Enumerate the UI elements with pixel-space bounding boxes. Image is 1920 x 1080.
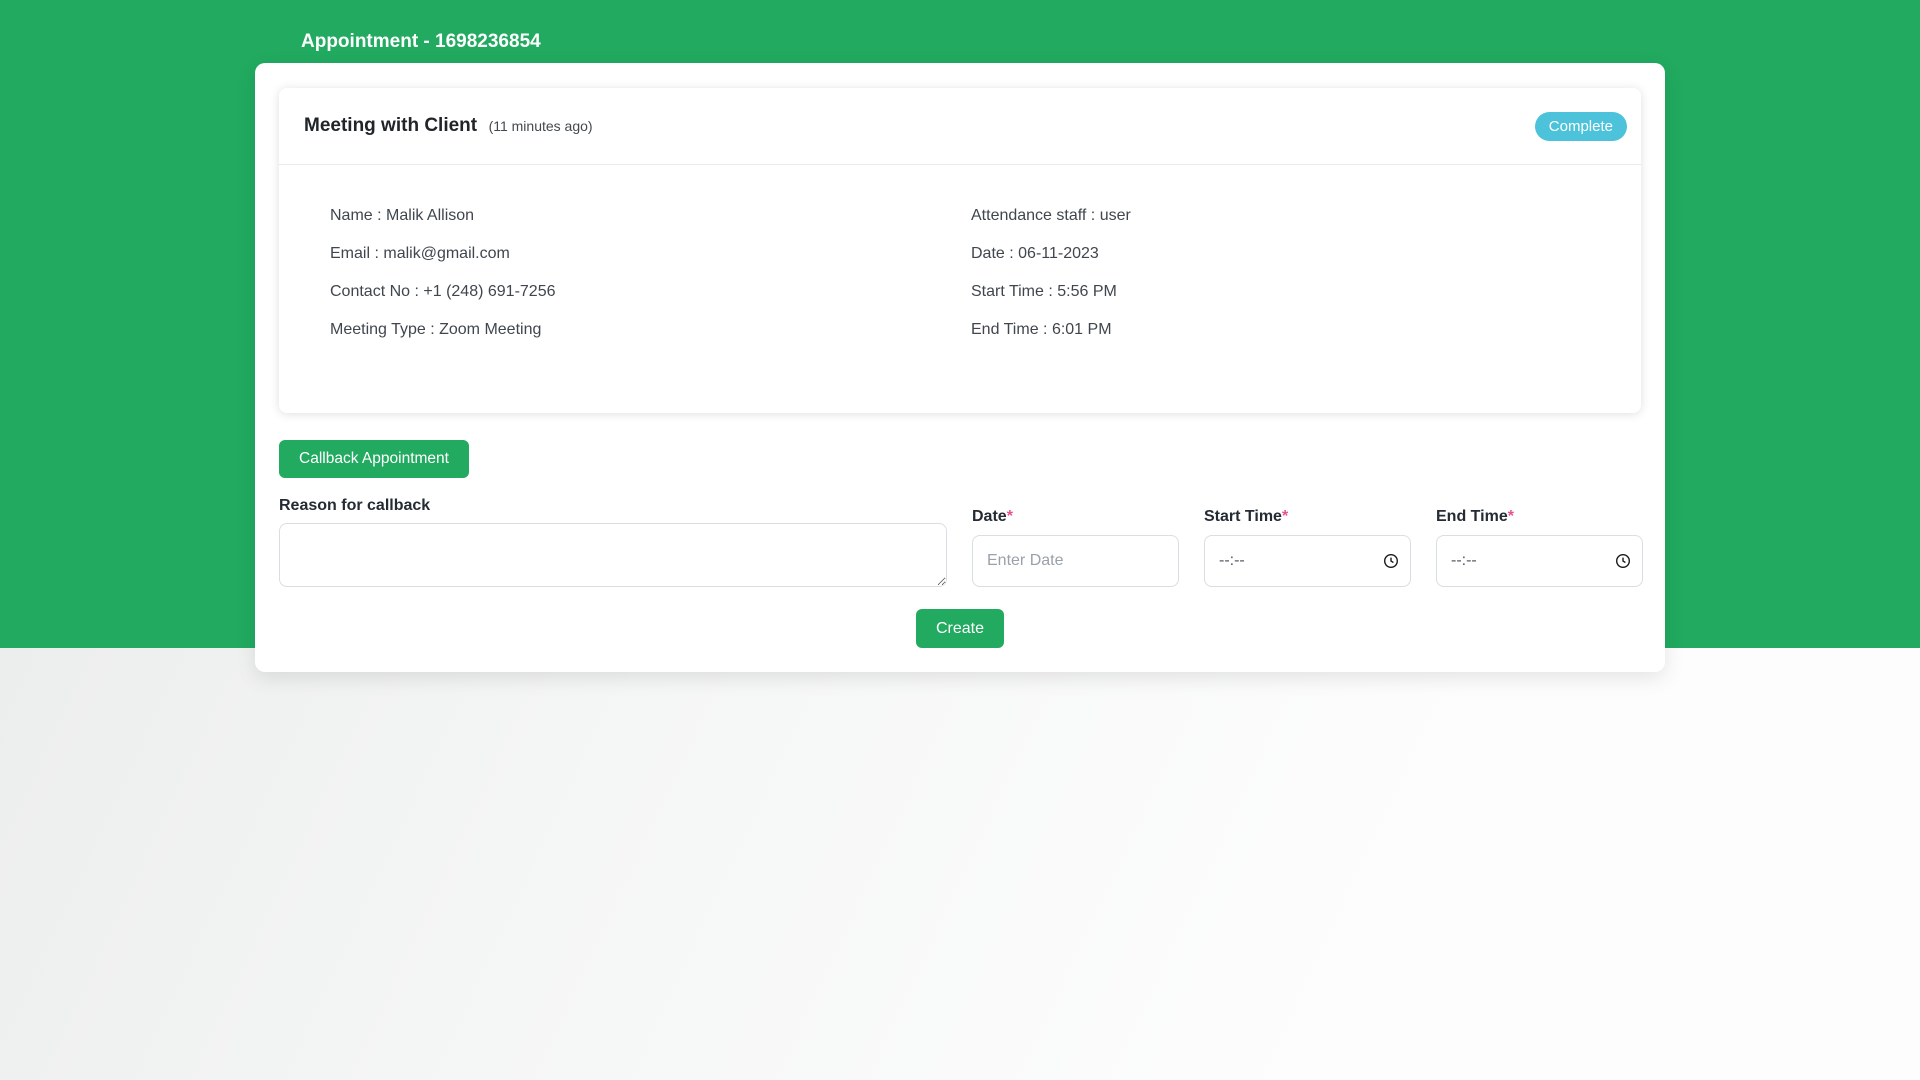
appointment-card: Meeting with Client (11 minutes ago) Com… — [255, 63, 1665, 672]
callback-form-row: Reason for callback Date* Start Time* — [279, 498, 1641, 587]
detail-end-time-label: End Time — [971, 321, 1039, 338]
detail-separator: : — [426, 321, 439, 338]
detail-separator: : — [370, 245, 383, 262]
date-required-mark: * — [1007, 508, 1013, 525]
create-button[interactable]: Create — [916, 609, 1004, 648]
detail-separator: : — [1044, 283, 1057, 300]
start-time-field-group: Start Time* — [1204, 509, 1411, 587]
meeting-time-ago: (11 minutes ago) — [489, 118, 593, 134]
end-time-input[interactable] — [1436, 535, 1643, 587]
page-content: Appointment - 1698236854 Meeting with Cl… — [255, 0, 1665, 672]
meeting-detail-card: Meeting with Client (11 minutes ago) Com… — [279, 88, 1641, 413]
detail-name-value: Malik Allison — [386, 207, 474, 224]
detail-meeting-type-label: Meeting Type — [330, 321, 426, 338]
detail-contact-no-value: +1 (248) 691-7256 — [423, 283, 555, 300]
detail-separator: : — [1005, 245, 1018, 262]
detail-separator: : — [373, 207, 386, 224]
detail-meeting-type: Meeting Type : Zoom Meeting — [330, 320, 960, 340]
detail-attendance-staff-label: Attendance staff — [971, 207, 1086, 224]
detail-start-time-label: Start Time — [971, 283, 1044, 300]
date-label: Date* — [972, 509, 1179, 525]
detail-email-label: Email — [330, 245, 370, 262]
meeting-detail-header: Meeting with Client (11 minutes ago) Com… — [279, 88, 1641, 165]
detail-name-label: Name — [330, 207, 373, 224]
detail-date: Date : 06-11-2023 — [971, 244, 1641, 264]
detail-start-time-value: 5:56 PM — [1057, 283, 1117, 300]
date-input[interactable] — [972, 535, 1179, 587]
detail-date-label: Date — [971, 245, 1005, 262]
start-time-label: Start Time* — [1204, 509, 1411, 525]
detail-attendance-staff: Attendance staff : user — [971, 206, 1641, 226]
callback-appointment-button[interactable]: Callback Appointment — [279, 440, 469, 478]
end-time-label-text: End Time — [1436, 508, 1508, 525]
detail-attendance-staff-value: user — [1100, 207, 1131, 224]
date-label-text: Date — [972, 508, 1007, 525]
start-time-label-text: Start Time — [1204, 508, 1282, 525]
detail-start-time: Start Time : 5:56 PM — [971, 282, 1641, 302]
page-title: Appointment - 1698236854 — [255, 0, 1665, 63]
start-time-input-wrap — [1204, 535, 1411, 587]
detail-end-time: End Time : 6:01 PM — [971, 320, 1641, 340]
detail-end-time-value: 6:01 PM — [1052, 321, 1112, 338]
start-time-required-mark: * — [1282, 508, 1288, 525]
complete-button[interactable]: Complete — [1535, 112, 1627, 141]
date-field-group: Date* — [972, 509, 1179, 587]
detail-name: Name : Malik Allison — [330, 206, 960, 226]
detail-column-left: Name : Malik Allison Email : malik@gmail… — [279, 206, 960, 358]
reason-label: Reason for callback — [279, 498, 947, 514]
end-time-input-wrap — [1436, 535, 1643, 587]
meeting-detail-body: Name : Malik Allison Email : malik@gmail… — [279, 165, 1641, 358]
detail-separator: : — [1086, 207, 1099, 224]
reason-textarea[interactable] — [279, 523, 947, 587]
create-button-row: Create — [279, 609, 1641, 648]
end-time-required-mark: * — [1508, 508, 1514, 525]
detail-column-right: Attendance staff : user Date : 06-11-202… — [960, 206, 1641, 358]
end-time-field-group: End Time* — [1436, 509, 1643, 587]
date-input-wrap — [972, 535, 1179, 587]
detail-contact-no-label: Contact No — [330, 283, 410, 300]
end-time-label: End Time* — [1436, 509, 1643, 525]
detail-date-value: 06-11-2023 — [1018, 245, 1099, 262]
meeting-title-group: Meeting with Client (11 minutes ago) — [304, 115, 593, 137]
detail-separator: : — [1039, 321, 1052, 338]
detail-email: Email : malik@gmail.com — [330, 244, 960, 264]
detail-email-value: malik@gmail.com — [383, 245, 509, 262]
reason-field-group: Reason for callback — [279, 498, 947, 587]
detail-separator: : — [410, 283, 423, 300]
detail-meeting-type-value: Zoom Meeting — [439, 321, 541, 338]
meeting-title: Meeting with Client — [304, 115, 477, 136]
start-time-input[interactable] — [1204, 535, 1411, 587]
detail-contact-no: Contact No : +1 (248) 691-7256 — [330, 282, 960, 302]
